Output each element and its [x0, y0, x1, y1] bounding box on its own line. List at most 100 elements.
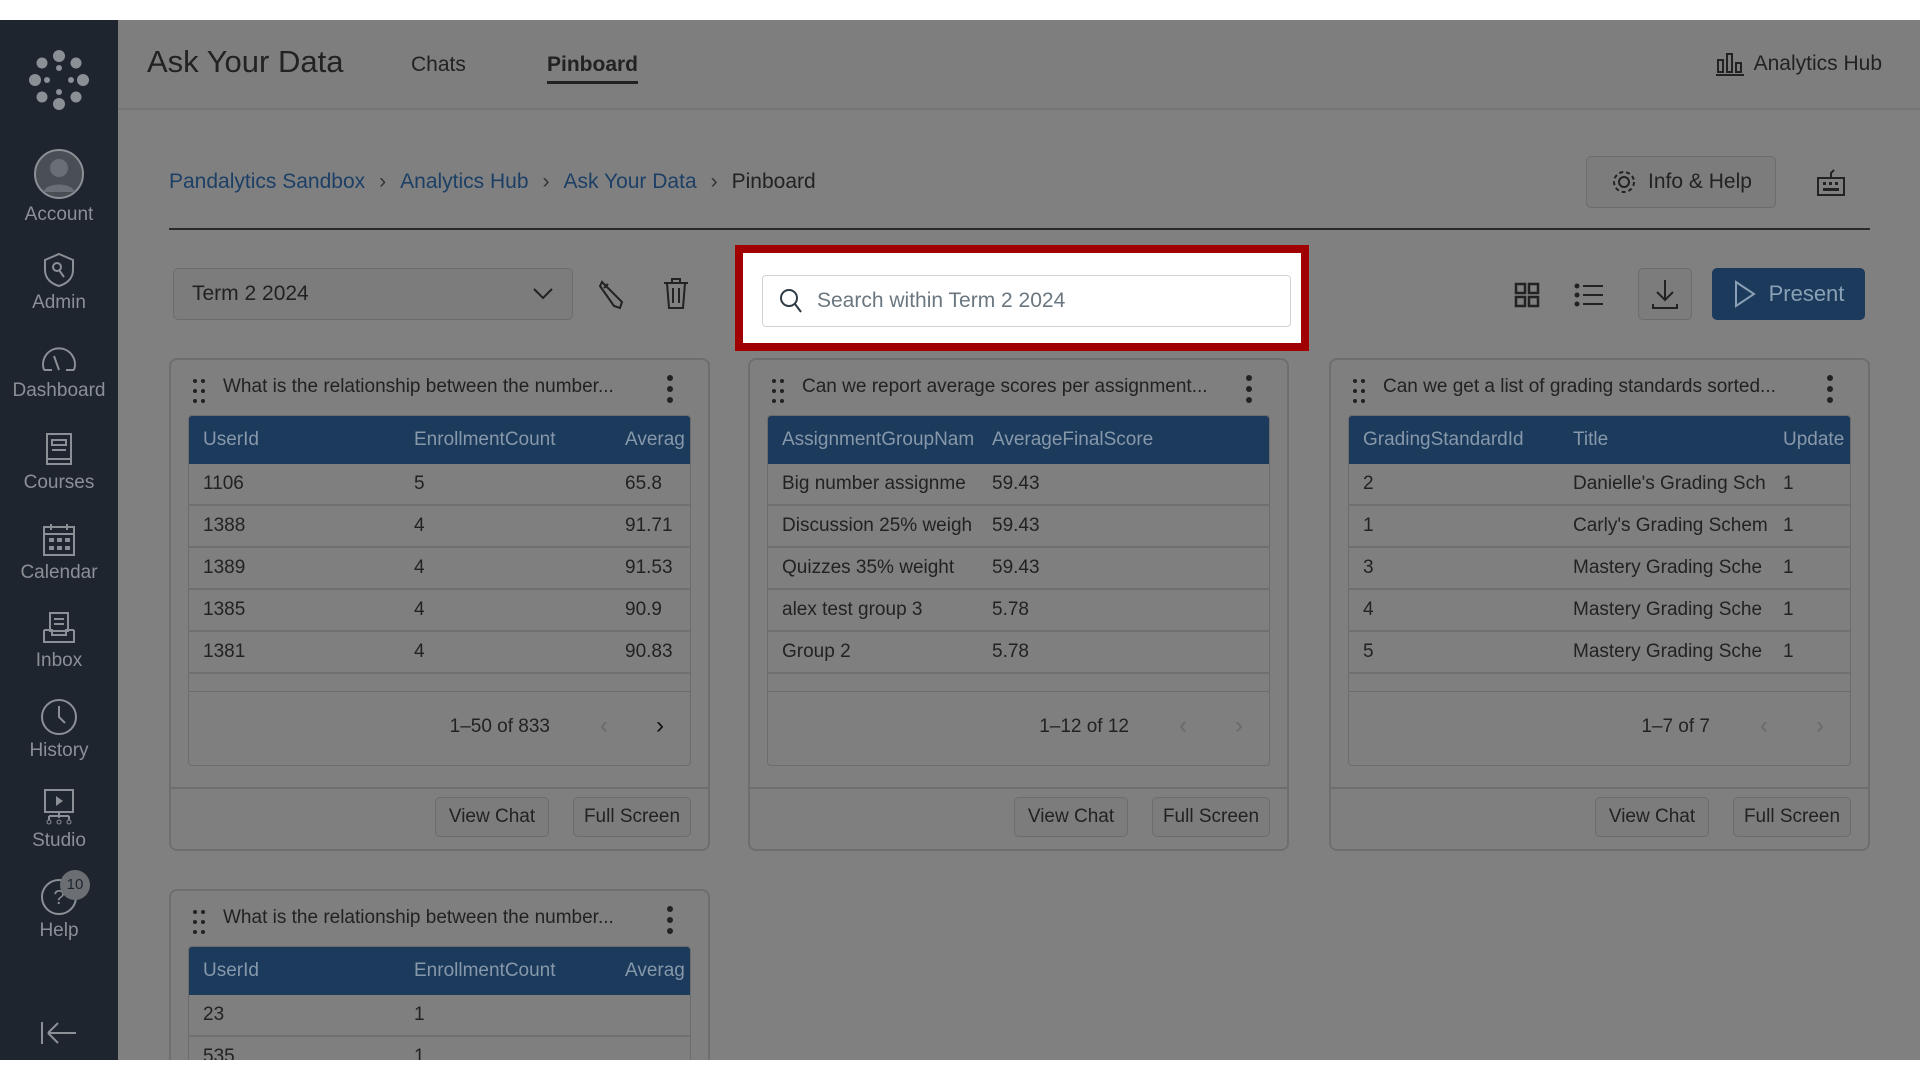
column-header[interactable]: GradingStandardId	[1363, 429, 1524, 451]
search-highlight: Search within Term 2 2024	[735, 245, 1309, 351]
table-row: 3 Mastery Grading Sche 1	[1349, 548, 1850, 590]
drag-handle-icon[interactable]	[772, 378, 784, 404]
more-options-icon[interactable]	[666, 905, 674, 935]
prev-page-icon[interactable]: ‹	[1760, 712, 1768, 740]
present-button[interactable]: Present	[1712, 268, 1865, 320]
column-header[interactable]: AssignmentGroupNam	[782, 429, 974, 451]
pinned-chat-card: Can we report average scores per assignm…	[748, 358, 1289, 851]
table-cell: 90.9	[625, 599, 662, 620]
edit-pencil-icon[interactable]	[596, 278, 628, 310]
sidebar-item-calendar[interactable]: Calendar	[0, 522, 118, 584]
breadcrumb-link[interactable]: Ask Your Data	[564, 170, 697, 194]
sidebar-item-studio[interactable]: Studio	[0, 788, 118, 852]
column-header[interactable]: UserId	[203, 429, 259, 451]
table-header-row: UserId EnrollmentCount Averag	[189, 416, 690, 464]
more-options-icon[interactable]	[666, 374, 674, 404]
board-select[interactable]: Term 2 2024	[173, 268, 573, 320]
next-page-icon[interactable]: ›	[1816, 712, 1824, 740]
collapse-sidebar-icon[interactable]	[40, 1020, 78, 1046]
column-header[interactable]: EnrollmentCount	[414, 960, 556, 982]
sidebar-item-label: Account	[24, 204, 94, 225]
view-chat-button[interactable]: View Chat	[1595, 797, 1709, 837]
prev-page-icon[interactable]: ‹	[600, 712, 608, 740]
sidebar-item-dashboard[interactable]: Dashboard	[0, 342, 118, 402]
search-input[interactable]: Search within Term 2 2024	[762, 275, 1291, 327]
drag-handle-icon[interactable]	[193, 378, 205, 404]
table-row: alex test group 3 5.78	[768, 590, 1269, 632]
table-header-row: UserId EnrollmentCount Averag	[189, 947, 690, 995]
table-cell: 5.78	[992, 599, 1029, 620]
breadcrumb-link[interactable]: Pandalytics Sandbox	[169, 170, 365, 194]
keyboard-shortcuts-icon[interactable]	[1816, 168, 1846, 198]
table-cell: Big number assignme	[782, 473, 966, 494]
analytics-hub-link[interactable]: Analytics Hub	[1715, 52, 1882, 76]
table-row: 1106 5 65.8	[189, 464, 690, 506]
table-cell: Mastery Grading Sche	[1573, 557, 1763, 578]
view-chat-button[interactable]: View Chat	[435, 797, 549, 837]
drag-handle-icon[interactable]	[1353, 378, 1365, 404]
view-chat-button[interactable]: View Chat	[1014, 797, 1128, 837]
canvas-logo-icon[interactable]	[29, 50, 89, 110]
sidebar-item-inbox[interactable]: Inbox	[0, 610, 118, 672]
sidebar-item-help[interactable]: ? Help 10	[0, 870, 118, 942]
list-view-icon[interactable]	[1574, 282, 1604, 308]
present-label: Present	[1768, 281, 1845, 306]
column-header[interactable]: UserId	[203, 960, 259, 982]
sidebar-item-admin[interactable]: Admin	[0, 252, 118, 314]
full-screen-button[interactable]: Full Screen	[573, 797, 691, 837]
dashboard-icon	[42, 347, 76, 371]
grid-view-icon[interactable]	[1514, 282, 1540, 308]
card-title: What is the relationship between the num…	[223, 376, 614, 397]
table-cell: Carly's Grading Schem	[1573, 515, 1768, 536]
drag-handle-icon[interactable]	[193, 909, 205, 935]
info-help-button[interactable]: Info & Help	[1586, 156, 1776, 208]
table-cell: 4	[414, 557, 425, 578]
more-options-icon[interactable]	[1826, 374, 1834, 404]
table-row-partial	[768, 674, 1269, 691]
column-header[interactable]: Averag	[625, 960, 685, 982]
tab-chats[interactable]: Chats	[411, 53, 466, 77]
full-screen-button[interactable]: Full Screen	[1152, 797, 1270, 837]
column-header[interactable]: EnrollmentCount	[414, 429, 556, 451]
card-title: Can we report average scores per assignm…	[802, 376, 1208, 397]
sidebar-item-history[interactable]: History	[0, 698, 118, 762]
sidebar-item-label: Dashboard	[12, 380, 106, 401]
full-screen-button[interactable]: Full Screen	[1733, 797, 1851, 837]
table-cell: 535	[203, 1046, 235, 1060]
column-header[interactable]: Title	[1573, 429, 1608, 451]
table-cell: 4	[414, 641, 425, 662]
table-row: 1388 4 91.71	[189, 506, 690, 548]
table-row: 5 Mastery Grading Sche 1	[1349, 632, 1850, 674]
chevron-right-icon: ›	[379, 170, 387, 193]
table-row: 1385 4 90.9	[189, 590, 690, 632]
next-page-icon[interactable]: ›	[656, 712, 664, 740]
admin-shield-icon	[44, 252, 74, 288]
results-table: UserId EnrollmentCount Averag 23 1 535 1	[188, 946, 691, 1060]
sidebar-item-courses[interactable]: Courses	[0, 432, 118, 494]
pinned-chat-card: Can we get a list of grading standards s…	[1329, 358, 1870, 851]
next-page-icon[interactable]: ›	[1235, 712, 1243, 740]
tab-pinboard[interactable]: Pinboard	[547, 53, 639, 84]
breadcrumb-link[interactable]: Analytics Hub	[400, 170, 528, 194]
column-header[interactable]: Averag	[625, 429, 685, 451]
sidebar-item-label: Calendar	[20, 562, 98, 583]
column-header[interactable]: Update	[1783, 429, 1844, 451]
more-options-icon[interactable]	[1245, 374, 1253, 404]
table-cell: Group 2	[782, 641, 851, 662]
table-cell: 4	[1363, 599, 1374, 620]
table-cell: 1106	[203, 473, 244, 494]
account-icon	[34, 149, 84, 199]
sidebar-item-account[interactable]: Account	[0, 148, 118, 226]
table-row: 1381 4 90.83	[189, 632, 690, 674]
column-header[interactable]: AverageFinalScore	[992, 429, 1153, 451]
table-cell: 4	[414, 515, 425, 536]
prev-page-icon[interactable]: ‹	[1179, 712, 1187, 740]
table-cell: Quizzes 35% weight	[782, 557, 955, 578]
table-row-partial	[1349, 674, 1850, 691]
table-cell: Mastery Grading Sche	[1573, 641, 1763, 662]
trash-icon[interactable]	[662, 276, 690, 310]
table-row-partial	[189, 674, 690, 691]
download-button[interactable]	[1638, 268, 1692, 320]
pagination: 1–50 of 833 ‹ ›	[188, 692, 691, 766]
sidebar-item-label: Studio	[32, 830, 86, 851]
